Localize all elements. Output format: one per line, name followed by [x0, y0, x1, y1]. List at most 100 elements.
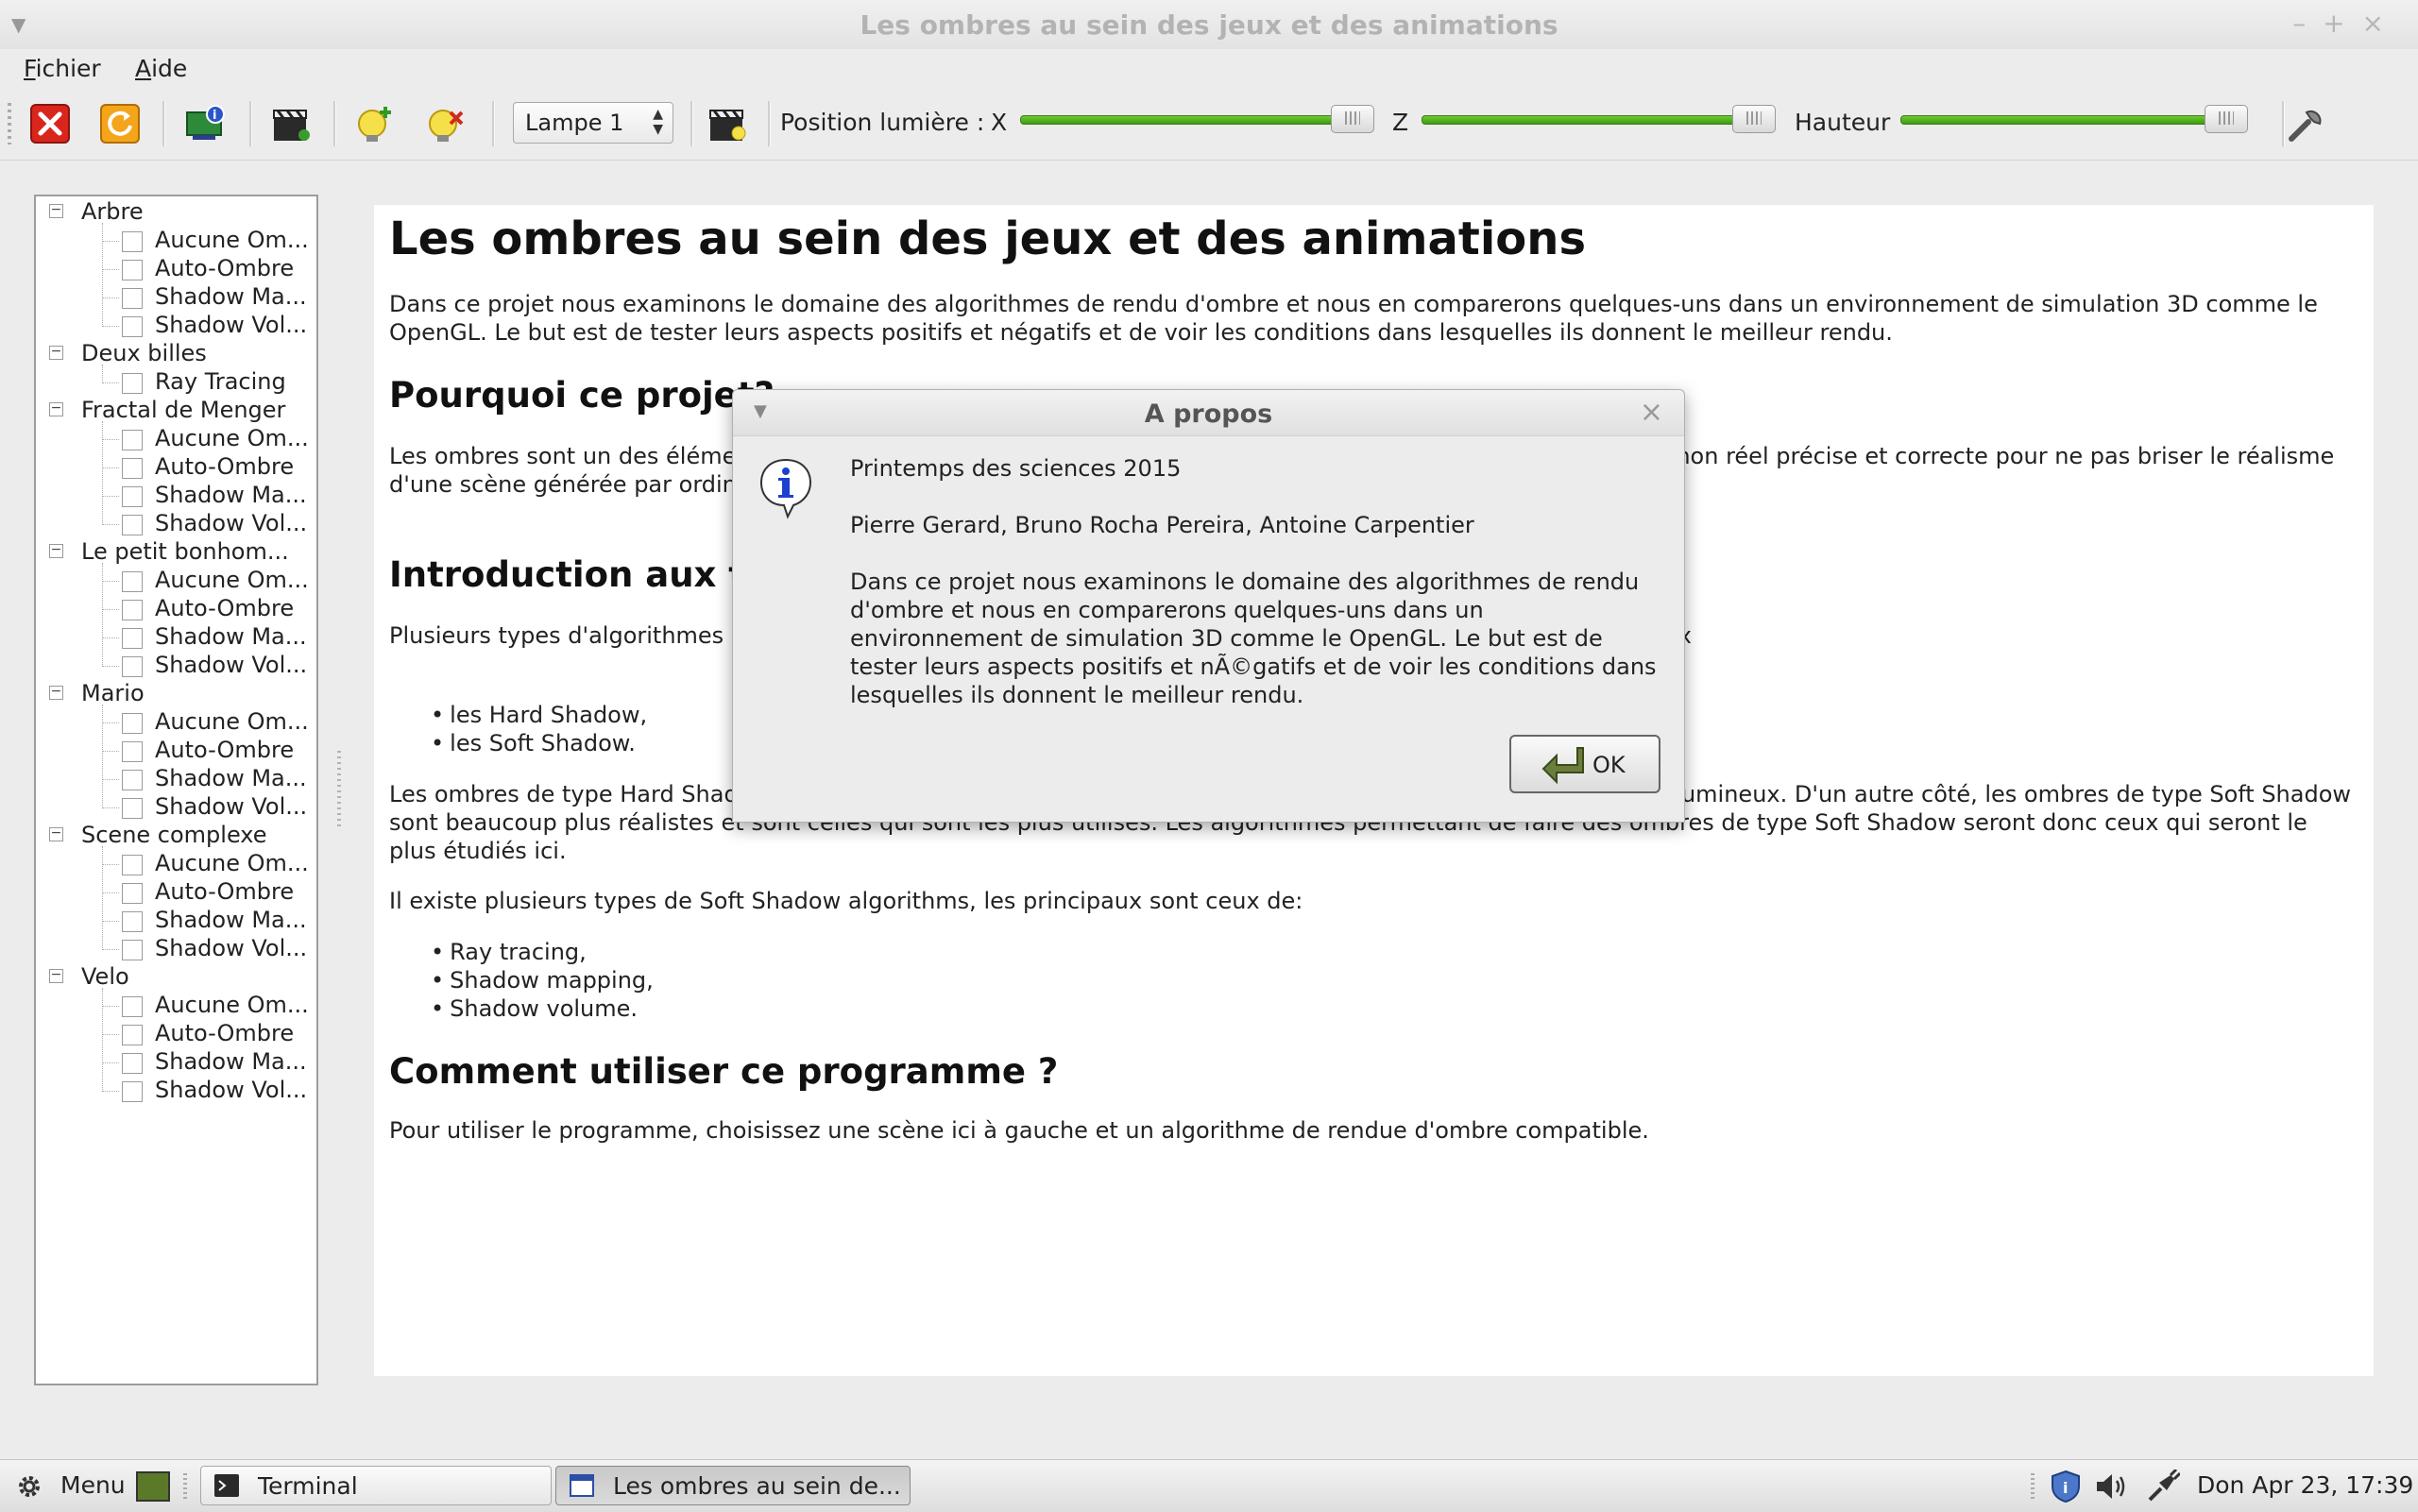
tree-guide-line	[102, 988, 103, 1092]
tree-item-checkbox[interactable]	[122, 713, 143, 734]
tree-item-label: Shadow Vol...	[155, 312, 308, 338]
tree-item-label: Ray Tracing	[155, 368, 286, 395]
task-shadows-app[interactable]: Les ombres au sein de...	[555, 1466, 911, 1505]
dialog-titlebar: ▼ A propos ×	[733, 390, 1684, 436]
tree-connector	[102, 524, 119, 525]
toolbar-separator	[249, 101, 252, 146]
menu-fichier[interactable]: Fichier	[24, 55, 101, 82]
tree-item-checkbox[interactable]	[122, 373, 143, 394]
collapse-icon[interactable]: −	[49, 826, 63, 841]
tree-connector	[102, 892, 119, 893]
tree-item-checkbox[interactable]	[122, 316, 143, 337]
tree-connector	[102, 864, 119, 865]
tree-item-label: Auto-Ombre	[155, 1020, 295, 1046]
tree-connector	[102, 297, 119, 298]
tree-item-checkbox[interactable]	[122, 430, 143, 450]
collapse-icon[interactable]: −	[49, 968, 63, 983]
x-slider-handle[interactable]	[1331, 105, 1374, 133]
close-red-icon[interactable]	[29, 103, 71, 144]
tree-item-checkbox[interactable]	[122, 458, 143, 479]
scene-tree[interactable]: − Arbre Aucune Om... Auto-Ombre Shadow Ma...…	[34, 195, 318, 1385]
remove-light-icon[interactable]	[424, 103, 466, 144]
tree-item-checkbox[interactable]	[122, 940, 143, 960]
tree-group-label: Mario	[81, 680, 145, 706]
volume-icon[interactable]	[2095, 1471, 2129, 1502]
maximize-icon[interactable]: +	[2323, 8, 2361, 39]
refresh-icon[interactable]	[99, 103, 141, 144]
tree-guide-line	[102, 365, 103, 383]
tree-connector	[102, 581, 119, 582]
desktop-icon[interactable]	[136, 1471, 170, 1502]
tree-item-checkbox[interactable]	[122, 571, 143, 592]
tree-connector	[102, 269, 119, 270]
collapse-icon[interactable]: −	[49, 543, 63, 558]
clapperboard-light-icon[interactable]	[707, 103, 748, 144]
shield-icon[interactable]: i	[2050, 1470, 2082, 1504]
tree-item-checkbox[interactable]	[122, 1081, 143, 1102]
tree-guide-line	[102, 846, 103, 950]
tree-item-checkbox[interactable]	[122, 855, 143, 875]
tree-connector	[102, 326, 119, 327]
tray-grip	[2031, 1473, 2035, 1500]
toolbar-grip[interactable]	[8, 103, 11, 144]
tree-item-checkbox[interactable]	[122, 231, 143, 252]
tree-connector	[102, 1062, 119, 1063]
taskbar-menu-label[interactable]: Menu	[60, 1471, 126, 1499]
ok-button[interactable]: OK	[1509, 735, 1660, 793]
task-terminal[interactable]: Terminal	[200, 1466, 552, 1505]
height-slider[interactable]	[1900, 105, 2248, 133]
lamp-select[interactable]: Lampe 1 ▲ ▼	[513, 102, 673, 144]
settings-tool-icon[interactable]	[2284, 103, 2325, 144]
tree-item-checkbox[interactable]	[122, 1025, 143, 1045]
splitter-handle[interactable]	[337, 751, 341, 826]
taskbar-grip	[183, 1473, 187, 1500]
tree-item-label: Shadow Vol...	[155, 1077, 308, 1103]
tree-item-checkbox[interactable]	[122, 600, 143, 620]
tree-item-label: Aucune Om...	[155, 850, 309, 876]
tree-connector	[102, 751, 119, 752]
doc-heading-how: Comment utiliser ce programme ?	[389, 1051, 1059, 1092]
x-slider[interactable]	[1020, 105, 1374, 133]
z-slider-handle[interactable]	[1732, 105, 1776, 133]
tree-connector	[102, 1006, 119, 1007]
tree-item-checkbox[interactable]	[122, 260, 143, 280]
close-icon[interactable]: ×	[2362, 8, 2401, 39]
tree-item-checkbox[interactable]	[122, 911, 143, 932]
tree-item-checkbox[interactable]	[122, 770, 143, 790]
tree-item-checkbox[interactable]	[122, 1053, 143, 1074]
tree-item-checkbox[interactable]	[122, 996, 143, 1017]
tree-item-checkbox[interactable]	[122, 288, 143, 309]
tree-item-checkbox[interactable]	[122, 883, 143, 904]
tree-item-checkbox[interactable]	[122, 486, 143, 507]
spin-arrows-icon[interactable]: ▲ ▼	[653, 107, 663, 137]
tree-connector	[102, 779, 119, 780]
tree-item-checkbox[interactable]	[122, 515, 143, 535]
network-plug-icon[interactable]	[2146, 1470, 2180, 1504]
tree-item-checkbox[interactable]	[122, 628, 143, 649]
z-slider[interactable]	[1422, 105, 1776, 133]
collapse-icon[interactable]: −	[49, 203, 63, 218]
tree-item-checkbox[interactable]	[122, 798, 143, 819]
gear-icon[interactable]	[15, 1472, 43, 1501]
doc-list-algos: Ray tracing, Shadow mapping, Shadow volu…	[431, 938, 654, 1023]
menubar: Fichier Aide	[0, 49, 2418, 87]
info-icon	[759, 458, 812, 519]
dialog-close-icon[interactable]: ×	[1640, 396, 1663, 429]
task-label: Les ombres au sein de...	[613, 1472, 901, 1500]
list-item: les Hard Shadow,	[431, 701, 647, 729]
tree-connector	[102, 496, 119, 497]
collapse-icon[interactable]: −	[49, 345, 63, 360]
svg-text:i: i	[2063, 1479, 2068, 1497]
collapse-icon[interactable]: −	[49, 685, 63, 700]
tree-item-label: Shadow Vol...	[155, 510, 308, 536]
height-slider-handle[interactable]	[2205, 105, 2248, 133]
clapperboard-icon[interactable]	[270, 103, 312, 144]
tree-item-checkbox[interactable]	[122, 741, 143, 762]
collapse-icon[interactable]: −	[49, 401, 63, 416]
menu-aide[interactable]: Aide	[135, 55, 187, 82]
tree-item-checkbox[interactable]	[122, 656, 143, 677]
monitor-info-icon[interactable]: i	[185, 103, 227, 144]
minimize-icon[interactable]: –	[2292, 8, 2323, 39]
tree-guide-line	[102, 421, 103, 525]
add-light-icon[interactable]	[353, 103, 395, 144]
